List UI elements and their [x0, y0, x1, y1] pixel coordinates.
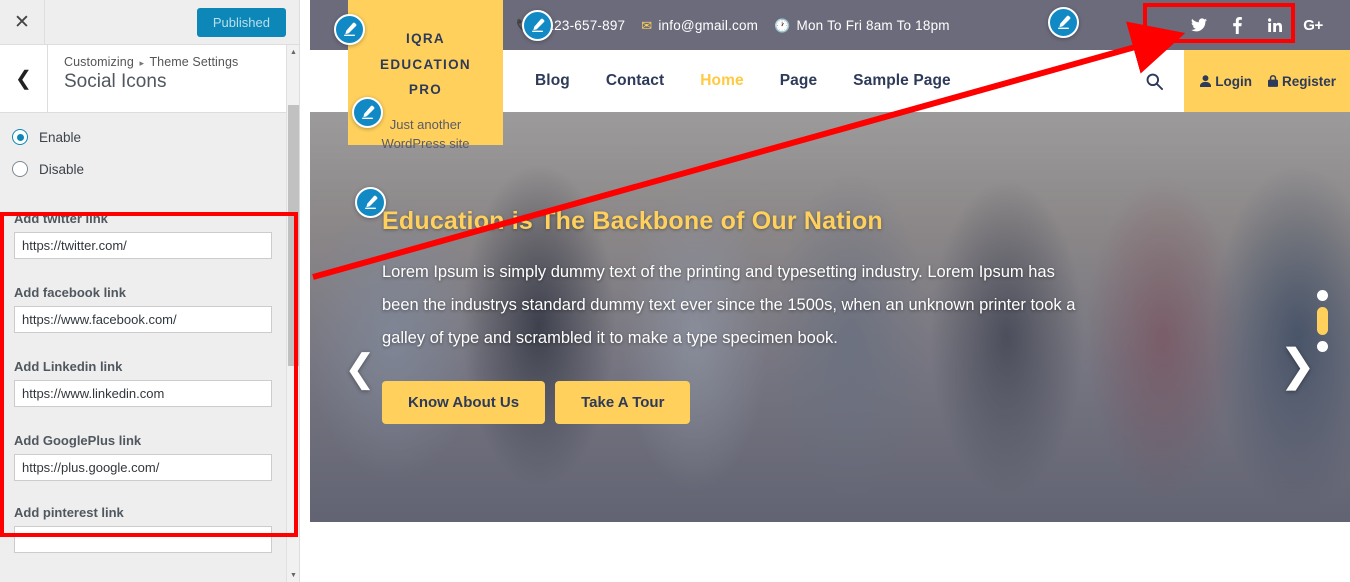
edit-pencil-icon-social[interactable]: [1048, 7, 1079, 38]
breadcrumb: Customizing ▸ Theme Settings: [64, 55, 238, 69]
clock-icon: 🕐: [774, 17, 791, 33]
topbar-hours-text: Mon To Fri 8am To 18pm: [796, 17, 950, 33]
breadcrumb-parent[interactable]: Theme Settings: [149, 55, 238, 69]
panel-title-group: Customizing ▸ Theme Settings Social Icon…: [48, 45, 238, 112]
register-label: Register: [1281, 73, 1336, 89]
screenshot-root: ✕ Published ❮ Customizing ▸ Theme Settin…: [0, 0, 1350, 582]
envelope-icon: ✉: [641, 17, 653, 33]
edit-pencil-icon-topbar[interactable]: [522, 10, 553, 41]
login-button[interactable]: Login: [1200, 74, 1252, 89]
scrollbar-caret-down-icon[interactable]: ▼: [287, 568, 299, 582]
slider-dot-2[interactable]: [1317, 307, 1328, 335]
nav-item-page[interactable]: Page: [780, 72, 817, 90]
topbar-email-text: info@gmail.com: [658, 17, 759, 33]
register-button[interactable]: Register: [1267, 73, 1336, 89]
close-icon[interactable]: ✕: [0, 0, 45, 44]
logo-title-line2: PRO: [408, 82, 443, 98]
slider-dot-3[interactable]: [1317, 341, 1328, 352]
nav-item-contact[interactable]: Contact: [606, 72, 664, 90]
slider-prev-chevron-left-icon[interactable]: ❮: [344, 350, 376, 388]
twitter-link-input[interactable]: [14, 232, 272, 259]
field-label-twitter: Add twitter link: [14, 211, 108, 226]
slider-pagination: [1317, 290, 1328, 352]
lock-icon: [1267, 75, 1278, 87]
edit-pencil-icon-tagline[interactable]: [352, 97, 383, 128]
facebook-link-input[interactable]: [14, 306, 272, 333]
hero-description: Lorem Ipsum is simply dummy text of the …: [382, 263, 1076, 347]
radio-enable-icon[interactable]: [12, 129, 28, 145]
facebook-icon[interactable]: [1218, 0, 1256, 50]
radio-option-disable[interactable]: Disable: [0, 153, 288, 185]
nav-item-blog[interactable]: Blog: [535, 72, 570, 90]
breadcrumb-separator-icon: ▸: [139, 58, 145, 68]
field-label-googleplus: Add GooglePlus link: [14, 433, 142, 448]
logo-title-line1: IQRA EDUCATION: [380, 31, 471, 72]
field-label-facebook: Add facebook link: [14, 285, 126, 300]
edit-pencil-icon-logo[interactable]: [334, 14, 365, 45]
slider-dot-1[interactable]: [1317, 290, 1328, 301]
radio-enable-label: Enable: [39, 129, 82, 145]
field-linkedin-link: Add Linkedin link: [0, 359, 288, 407]
twitter-icon[interactable]: [1180, 0, 1218, 50]
radio-disable-label: Disable: [39, 161, 85, 177]
slider-next-chevron-right-icon[interactable]: ❯: [1279, 344, 1316, 388]
pinterest-link-input[interactable]: [14, 526, 272, 553]
hero-cta-group: Know About Us Take A Tour: [382, 381, 1122, 424]
back-chevron-left-icon[interactable]: ❮: [0, 45, 48, 112]
publish-button[interactable]: Published: [196, 7, 286, 37]
clipped-control-above: [0, 113, 288, 121]
below-hero-section: [310, 522, 1350, 582]
search-icon[interactable]: [1124, 50, 1184, 112]
customizer-settings-list: Enable Disable Add twitter link Add face…: [0, 113, 288, 582]
header-social-icons: G+: [1180, 0, 1332, 50]
auth-buttons: Login Register: [1184, 50, 1350, 112]
page-title: Social Icons: [64, 71, 167, 92]
linkedin-icon[interactable]: [1256, 0, 1294, 50]
edit-pencil-icon-slider[interactable]: [355, 187, 386, 218]
radio-option-enable[interactable]: Enable: [0, 121, 288, 153]
login-label: Login: [1215, 73, 1252, 89]
know-about-us-button[interactable]: Know About Us: [382, 381, 546, 424]
take-a-tour-button[interactable]: Take A Tour: [555, 381, 691, 424]
linkedin-link-input[interactable]: [14, 380, 272, 407]
field-twitter-link: Add twitter link: [0, 211, 288, 259]
scrollbar-thumb[interactable]: [288, 105, 299, 366]
nav-item-home[interactable]: Home: [700, 72, 743, 90]
theme-preview: 📞 +123-657-897 ✉ info@gmail.com 🕐 Mon To…: [310, 0, 1350, 582]
hero-title: Education is The Backbone of Our Nation: [382, 207, 883, 235]
hero-content: Education is The Backbone of Our Nation …: [382, 207, 1122, 424]
googleplus-link-input[interactable]: [14, 454, 272, 481]
field-label-linkedin: Add Linkedin link: [14, 359, 123, 374]
topbar-hours: 🕐 Mon To Fri 8am To 18pm: [774, 18, 950, 33]
sidebar-scrollbar[interactable]: ▲ ▼: [286, 45, 299, 582]
field-facebook-link: Add facebook link: [0, 285, 288, 333]
topbar-contact-info: 📞 +123-657-897 ✉ info@gmail.com 🕐 Mon To…: [516, 18, 950, 33]
hero-slider: Education is The Backbone of Our Nation …: [310, 112, 1350, 522]
field-googleplus-link: Add GooglePlus link: [0, 433, 288, 481]
scrollbar-caret-up-icon[interactable]: ▲: [287, 45, 299, 59]
breadcrumb-root[interactable]: Customizing: [64, 55, 134, 69]
googleplus-icon[interactable]: G+: [1294, 0, 1332, 50]
radio-disable-icon[interactable]: [12, 161, 28, 177]
nav-item-sample-page[interactable]: Sample Page: [853, 72, 951, 90]
customizer-panel-header: ❮ Customizing ▸ Theme Settings Social Ic…: [0, 45, 299, 113]
field-pinterest-link: Add pinterest link: [0, 505, 288, 553]
nav-right-group: Login Register: [1124, 50, 1350, 112]
user-icon: [1200, 75, 1212, 87]
field-label-pinterest: Add pinterest link: [14, 505, 124, 520]
topbar-email: ✉ info@gmail.com: [641, 18, 758, 33]
customizer-sidebar: ✕ Published ❮ Customizing ▸ Theme Settin…: [0, 0, 300, 582]
primary-nav: Blog Contact Home Page Sample Page: [535, 72, 951, 90]
customizer-topbar: ✕ Published: [0, 0, 299, 45]
